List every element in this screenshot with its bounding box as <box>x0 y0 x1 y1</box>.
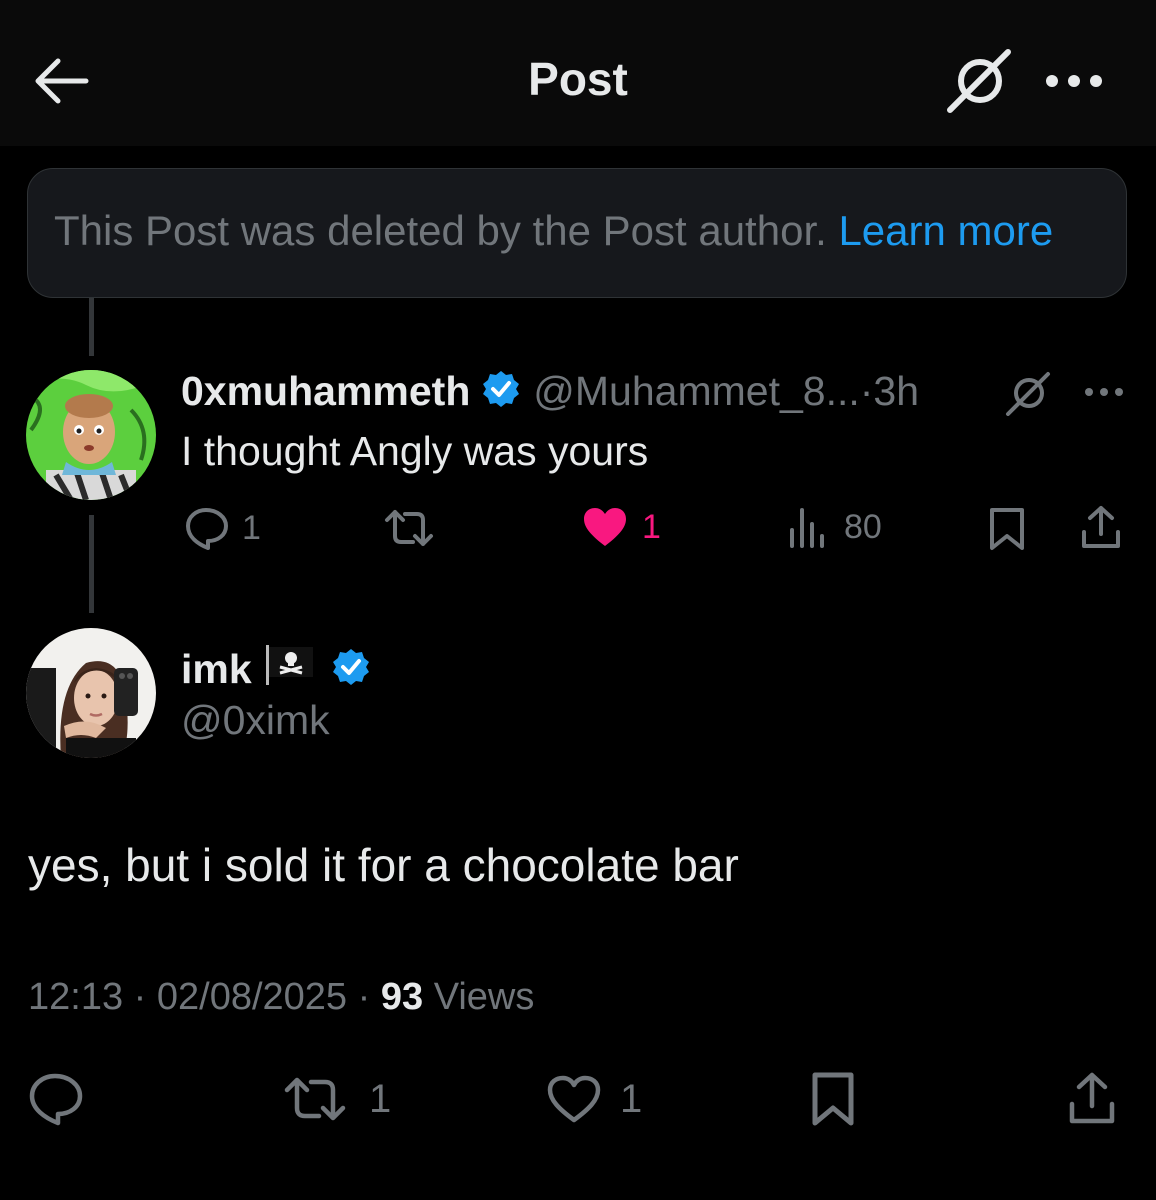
post-author-row: imk <box>181 643 371 693</box>
reply-view-count: 80 <box>844 507 882 546</box>
share-icon <box>1069 1072 1115 1124</box>
grok-button[interactable] <box>944 48 1014 114</box>
reply-like-count: 1 <box>642 507 661 546</box>
reply-grok-button[interactable] <box>1004 370 1052 421</box>
post-repost-count: 1 <box>369 1076 392 1121</box>
deleted-notice-text: This Post was deleted by the Post author… <box>54 207 827 254</box>
post-meta: 12:13 · 02/08/2025 · 93 Views <box>28 976 534 1019</box>
post-reply-button[interactable] <box>28 1072 84 1126</box>
post-date[interactable]: 02/08/2025 <box>157 976 347 1018</box>
separator-dot: · <box>859 368 874 414</box>
post-like-count: 1 <box>620 1076 643 1121</box>
thread-line-top <box>89 298 94 356</box>
deleted-post-notice: This Post was deleted by the Post author… <box>27 168 1127 298</box>
repost-icon <box>385 510 433 546</box>
post-share-button[interactable] <box>1068 1070 1116 1126</box>
post-like-button[interactable]: 1 <box>546 1074 642 1124</box>
comment-icon <box>29 1073 83 1126</box>
more-button[interactable] <box>1042 66 1106 96</box>
reply-timestamp[interactable]: 3h <box>873 368 919 414</box>
reply-views-button[interactable]: 80 <box>788 506 882 548</box>
post-time[interactable]: 12:13 <box>28 976 123 1018</box>
pirate-flag-emoji <box>264 643 316 692</box>
verified-badge-icon <box>481 369 521 414</box>
reply-author-handle[interactable]: @Muhammet_8... <box>533 368 859 414</box>
post-repost-button[interactable]: 1 <box>283 1074 391 1124</box>
grok-icon <box>1006 372 1050 416</box>
meta-separator: · <box>357 976 371 1018</box>
meta-separator: · <box>133 976 147 1018</box>
reply-author-name[interactable]: 0xmuhammeth <box>181 368 470 414</box>
heart-filled-icon <box>584 508 626 546</box>
reply-count: 1 <box>242 508 261 547</box>
reply-text: I thought Angly was yours <box>181 428 649 474</box>
reply-repost-button[interactable] <box>383 506 435 550</box>
top-bar: Post <box>0 0 1156 146</box>
reply-like-button[interactable]: 1 <box>582 506 661 548</box>
share-icon <box>1082 506 1120 548</box>
thread-line-middle <box>89 515 94 613</box>
bookmark-icon <box>990 508 1024 550</box>
learn-more-link[interactable]: Learn more <box>838 207 1053 254</box>
reply-bookmark-button[interactable] <box>988 506 1026 552</box>
views-chart-icon <box>790 508 824 548</box>
heart-outline-icon <box>547 1075 601 1123</box>
post-text: yes, but i sold it for a chocolate bar <box>28 839 739 891</box>
comment-icon <box>186 508 228 550</box>
reply-reply-button[interactable]: 1 <box>184 506 261 550</box>
post-views-label: Views <box>433 976 535 1018</box>
reply-header: 0xmuhammeth @Muhammet_8...·3h <box>181 368 919 415</box>
bookmark-icon <box>812 1072 854 1126</box>
repost-icon <box>284 1077 346 1121</box>
grok-icon <box>947 49 1011 113</box>
post-bookmark-button[interactable] <box>810 1070 856 1128</box>
verified-badge-icon <box>331 647 371 692</box>
reply-share-button[interactable] <box>1080 504 1122 550</box>
avatar-imk[interactable] <box>26 628 156 758</box>
more-horizontal-icon <box>1046 75 1102 87</box>
more-horizontal-icon <box>1085 388 1123 396</box>
reply-more-button[interactable] <box>1082 384 1126 405</box>
avatar-0xmuhammeth[interactable] <box>26 370 156 500</box>
post-author-handle[interactable]: @0ximk <box>181 697 330 744</box>
post-author-name[interactable]: imk <box>181 646 252 692</box>
post-view-count[interactable]: 93 <box>381 976 423 1018</box>
